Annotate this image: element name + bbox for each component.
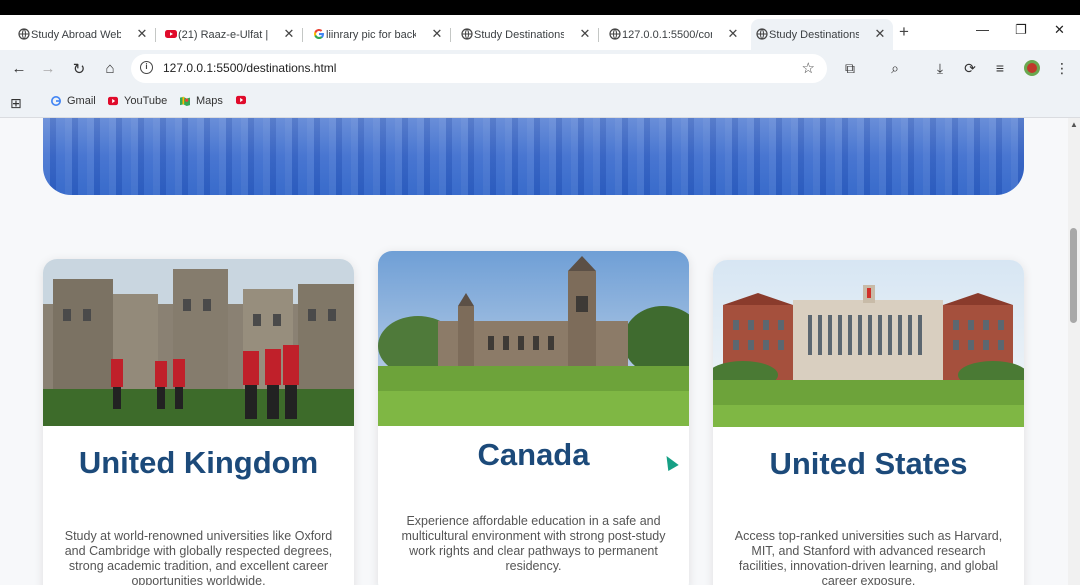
back-icon[interactable]: ← — [10, 60, 28, 77]
tab-youtube[interactable]: (21) Raaz-e-Ulfat | C ✕ — [160, 19, 303, 50]
close-icon[interactable]: ✕ — [873, 26, 887, 42]
close-icon[interactable]: ✕ — [430, 26, 444, 42]
minimize-button[interactable]: — — [976, 22, 989, 37]
close-icon[interactable]: ✕ — [135, 26, 149, 42]
bookmark-label: Gmail — [67, 95, 96, 107]
tab-separator — [598, 28, 599, 42]
apps-grid-icon[interactable]: ⊞ — [10, 95, 22, 112]
globe-icon — [461, 28, 473, 40]
tab-label: liinrary pic for backg — [326, 28, 416, 41]
tab-label: Study Destinations — [769, 28, 859, 41]
card-title: United Kingdom — [78, 445, 319, 480]
bookmark-label: YouTube — [124, 95, 168, 107]
bookmark-star-icon[interactable]: ☆ — [802, 59, 815, 77]
tab-label: Study Destinations — [474, 28, 564, 41]
reload-icon[interactable]: ↻ — [70, 60, 88, 78]
tab-search-icon[interactable]: ⌕ — [886, 60, 904, 77]
tab-label: 127.0.0.1:5500/cont — [622, 28, 712, 41]
bookmark-gmail[interactable]: Gmail — [50, 95, 96, 107]
window-top-strip — [0, 0, 1080, 15]
extensions-icon[interactable]: ⧉ — [841, 60, 859, 77]
globe-icon — [756, 28, 768, 40]
card-description: Study at world-renowned universities lik… — [64, 529, 333, 585]
library-background-image — [43, 118, 1024, 195]
usa-university-photo — [713, 260, 1024, 427]
globe-icon — [18, 28, 30, 40]
youtube-icon — [108, 96, 118, 106]
tab-label: Study Abroad Web — [31, 28, 121, 41]
card-description: Access top-ranked universities such as H… — [734, 529, 1003, 585]
card-description: Experience affordable education in a saf… — [401, 514, 666, 573]
uk-university-photo — [43, 259, 354, 426]
close-icon[interactable]: ✕ — [726, 26, 740, 42]
address-bar[interactable]: i 127.0.0.1:5500/destinations.html ☆ — [131, 54, 827, 83]
bookmark-youtube-2[interactable] — [235, 95, 252, 105]
media-control-icon[interactable]: ≡ — [991, 60, 1009, 76]
globe-icon — [609, 28, 621, 40]
site-info-icon[interactable]: i — [140, 61, 153, 74]
forward-icon[interactable]: → — [39, 60, 57, 77]
home-icon[interactable]: ⌂ — [101, 60, 119, 77]
menu-icon[interactable]: ⋮ — [1053, 60, 1071, 77]
destination-card-canada[interactable]: Canada Experience affordable education i… — [378, 251, 689, 585]
destination-card-uk[interactable]: United Kingdom Study at world-renowned u… — [43, 259, 354, 585]
google-icon — [51, 96, 61, 106]
card-title: Canada — [477, 437, 590, 472]
close-icon[interactable]: ✕ — [282, 26, 296, 42]
maps-icon — [180, 96, 190, 106]
bookmark-youtube[interactable]: YouTube — [107, 95, 167, 107]
tab-study-abroad[interactable]: Study Abroad Web ✕ — [13, 19, 156, 50]
url-text[interactable]: 127.0.0.1:5500/destinations.html — [163, 61, 336, 75]
bookmark-maps[interactable]: Maps — [179, 95, 223, 107]
new-tab-button[interactable]: + — [899, 22, 909, 42]
tab-label: (21) Raaz-e-Ulfat | C — [178, 28, 268, 41]
tab-separator — [450, 28, 451, 42]
page-viewport: United Kingdom Study at world-renowned u… — [0, 118, 1068, 585]
browser-toolbar: ← → ↻ ⌂ i 127.0.0.1:5500/destinations.ht… — [0, 50, 1080, 88]
close-window-button[interactable]: ✕ — [1054, 22, 1065, 38]
page-scrollbar[interactable]: ▲ — [1068, 118, 1080, 585]
restore-button[interactable]: ❐ — [1015, 22, 1027, 38]
scroll-up-icon[interactable]: ▲ — [1070, 120, 1078, 129]
tab-study-destinations-active[interactable]: Study Destinations ✕ — [751, 19, 893, 50]
bookmark-label: Maps — [196, 95, 223, 107]
destination-card-usa[interactable]: United States Access top-ranked universi… — [713, 260, 1024, 585]
canada-university-photo — [378, 251, 689, 426]
bookmarks-bar: ⊞ Gmail YouTube Maps — [0, 88, 1080, 118]
tab-google-search[interactable]: liinrary pic for backg ✕ — [308, 19, 451, 50]
hero-banner — [43, 118, 1024, 195]
close-icon[interactable]: ✕ — [578, 26, 592, 42]
profile-avatar[interactable] — [1024, 60, 1040, 76]
youtube-icon — [236, 95, 246, 105]
tab-strip: Study Abroad Web ✕ (21) Raaz-e-Ulfat | C… — [0, 15, 1080, 50]
google-icon — [313, 29, 324, 39]
card-title: United States — [769, 446, 968, 481]
tab-study-destinations[interactable]: Study Destinations ✕ — [456, 19, 599, 50]
tab-separator — [155, 28, 156, 42]
tab-localhost-contact[interactable]: 127.0.0.1:5500/cont ✕ — [604, 19, 746, 50]
tab-separator — [302, 28, 303, 42]
sync-icon[interactable]: ⟳ — [961, 60, 979, 77]
download-icon[interactable]: ⤓ — [931, 60, 949, 77]
scrollbar-thumb[interactable] — [1070, 228, 1077, 323]
youtube-icon — [165, 30, 177, 38]
